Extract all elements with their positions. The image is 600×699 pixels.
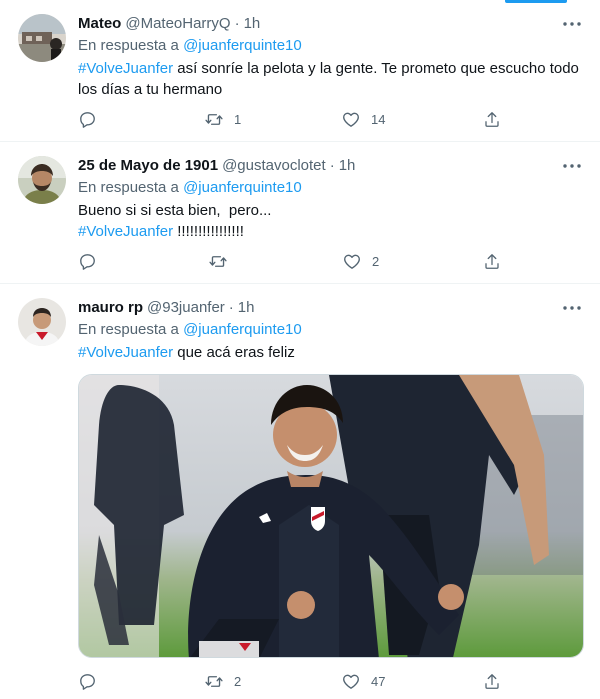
reply-icon (80, 674, 95, 690)
tweet-actions: 1 14 (78, 110, 518, 130)
timestamp[interactable]: 1h (238, 298, 255, 318)
like-count: 14 (371, 112, 386, 127)
tweet-text-line: Bueno si si esta bien, pero... (78, 202, 272, 219)
reply-button[interactable] (78, 110, 107, 129)
separator: · (329, 157, 335, 174)
hashtag-link[interactable]: #VolveJuanfer (78, 223, 173, 240)
tweet-actions: 2 (78, 252, 518, 272)
reply-button[interactable] (78, 672, 107, 691)
display-name[interactable]: 25 de Mayo de 1901 (78, 156, 218, 176)
hashtag-link[interactable]: #VolveJuanfer (78, 60, 173, 77)
retweet-count: 1 (234, 112, 242, 127)
username[interactable]: @MateoHarryQ (125, 14, 230, 34)
like-count: 47 (371, 674, 386, 689)
tweet-actions: 2 47 (78, 672, 518, 692)
more-icon[interactable] (560, 156, 584, 176)
retweet-icon (209, 256, 227, 267)
tweet-3[interactable]: mauro rp @93juanfer · 1h En respuesta a … (0, 284, 600, 699)
share-button[interactable] (483, 672, 501, 691)
share-button[interactable] (483, 252, 501, 271)
tweet-text: #VolveJuanfer que acá eras feliz (78, 342, 584, 363)
more-icon[interactable] (560, 14, 584, 34)
separator: · (228, 299, 234, 316)
like-button[interactable]: 14 (341, 110, 385, 129)
retweet-count: 2 (234, 674, 242, 689)
retweet-button[interactable] (208, 252, 238, 271)
reply-to-link[interactable]: @juanferquinte10 (183, 321, 302, 338)
reply-context: En respuesta a @juanferquinte10 (78, 36, 584, 56)
tweet-text: Bueno si si esta bien, pero... #VolveJuan… (78, 200, 584, 242)
heart-icon (343, 112, 359, 127)
reply-to-link[interactable]: @juanferquinte10 (183, 179, 302, 196)
reply-icon (80, 112, 95, 128)
display-name[interactable]: mauro rp (78, 298, 143, 318)
like-button[interactable]: 47 (341, 672, 385, 691)
retweet-button[interactable]: 2 (204, 672, 241, 691)
timestamp[interactable]: 1h (244, 14, 261, 34)
hashtag-link[interactable]: #VolveJuanfer (78, 344, 173, 361)
display-name[interactable]: Mateo (78, 14, 121, 34)
heart-icon (344, 254, 360, 269)
reply-button[interactable] (78, 252, 107, 271)
tweet-photo[interactable] (78, 374, 584, 658)
avatar[interactable] (18, 14, 66, 62)
like-count: 2 (372, 254, 380, 269)
timestamp[interactable]: 1h (339, 156, 356, 176)
tweet-header: mauro rp @93juanfer · 1h (78, 298, 584, 318)
retweet-icon (205, 114, 223, 125)
tweet-header: Mateo @MateoHarryQ · 1h (78, 14, 584, 34)
username[interactable]: @gustavoclotet (222, 156, 326, 176)
reply-prefix: En respuesta a (78, 37, 179, 54)
like-button[interactable]: 2 (342, 252, 379, 271)
tweet-1[interactable]: Mateo @MateoHarryQ · 1h En respuesta a @… (0, 0, 600, 142)
reply-icon (80, 254, 95, 270)
tweet-header: 25 de Mayo de 1901 @gustavoclotet · 1h (78, 156, 584, 176)
share-button[interactable] (483, 110, 501, 129)
reply-context: En respuesta a @juanferquinte10 (78, 178, 584, 198)
tweet-text: #VolveJuanfer así sonríe la pelota y la … (78, 58, 584, 100)
share-icon (485, 112, 499, 127)
tweet-2[interactable]: 25 de Mayo de 1901 @gustavoclotet · 1h E… (0, 142, 600, 284)
retweet-icon (205, 676, 223, 687)
reply-prefix: En respuesta a (78, 179, 179, 196)
separator: · (234, 15, 240, 32)
retweet-button[interactable]: 1 (204, 110, 241, 129)
heart-icon (343, 674, 359, 689)
share-icon (485, 254, 499, 269)
username[interactable]: @93juanfer (147, 298, 225, 318)
reply-to-link[interactable]: @juanferquinte10 (183, 37, 302, 54)
more-icon[interactable] (560, 298, 584, 318)
avatar[interactable] (18, 298, 66, 346)
tweet-text-body: !!!!!!!!!!!!!!!! (173, 223, 244, 240)
tweet-text-body: que acá eras feliz (173, 344, 295, 361)
reply-prefix: En respuesta a (78, 321, 179, 338)
share-icon (485, 674, 499, 689)
reply-context: En respuesta a @juanferquinte10 (78, 320, 584, 340)
avatar[interactable] (18, 156, 66, 204)
